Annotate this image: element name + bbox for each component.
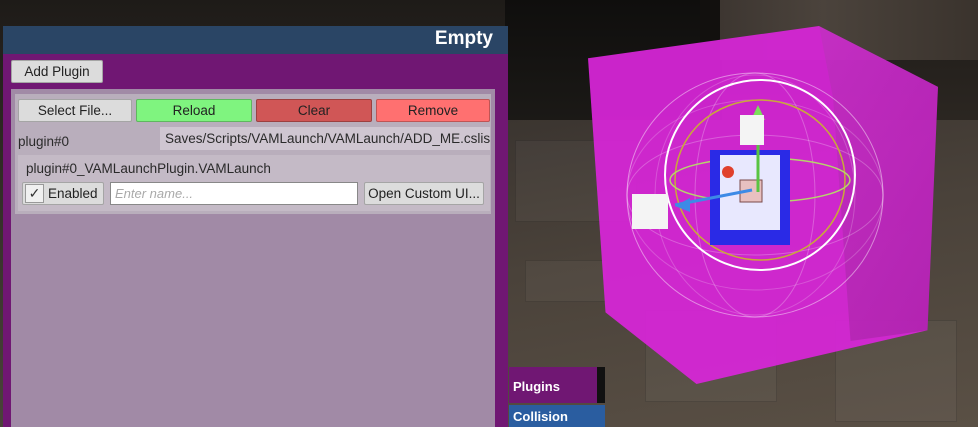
plugin-list: Select File... Reload Clear Remove plugi…: [11, 89, 495, 427]
plugin-script-name: plugin#0_VAMLaunchPlugin.VAMLaunch: [26, 161, 271, 176]
tab-plugins-label: Plugins: [513, 379, 560, 394]
enabled-toggle[interactable]: ✓ Enabled: [22, 182, 104, 205]
reload-button[interactable]: Reload: [136, 99, 252, 122]
clear-button[interactable]: Clear: [256, 99, 372, 122]
panel-header: Empty: [3, 26, 508, 54]
open-custom-ui-button[interactable]: Open Custom UI...: [364, 182, 484, 205]
transform-gizmo[interactable]: [620, 70, 890, 320]
tab-collision-trigger[interactable]: Collision Trigger: [509, 405, 605, 427]
plugin-id: plugin#0: [18, 134, 70, 149]
tab-divider: [597, 367, 605, 403]
tab-collision-label: Collision Trigger: [513, 409, 568, 424]
tab-plugins[interactable]: Plugins: [509, 367, 597, 403]
plugin-name-input[interactable]: [110, 182, 358, 205]
plugin-script-card: plugin#0_VAMLaunchPlugin.VAMLaunch ✓ Ena…: [18, 155, 490, 211]
select-file-button[interactable]: Select File...: [18, 99, 132, 122]
checkmark-icon[interactable]: ✓: [25, 184, 44, 203]
enabled-label: Enabled: [48, 186, 98, 201]
panel-title: Empty: [434, 28, 493, 49]
plugins-panel: Empty Add Plugin Select File... Reload C…: [3, 26, 508, 427]
add-plugin-button[interactable]: Add Plugin: [11, 60, 103, 83]
remove-button[interactable]: Remove: [376, 99, 490, 122]
plugin-card: Select File... Reload Clear Remove plugi…: [15, 94, 491, 214]
plugin-path: Saves/Scripts/VAMLaunch/VAMLaunch/ADD_ME…: [160, 127, 490, 150]
